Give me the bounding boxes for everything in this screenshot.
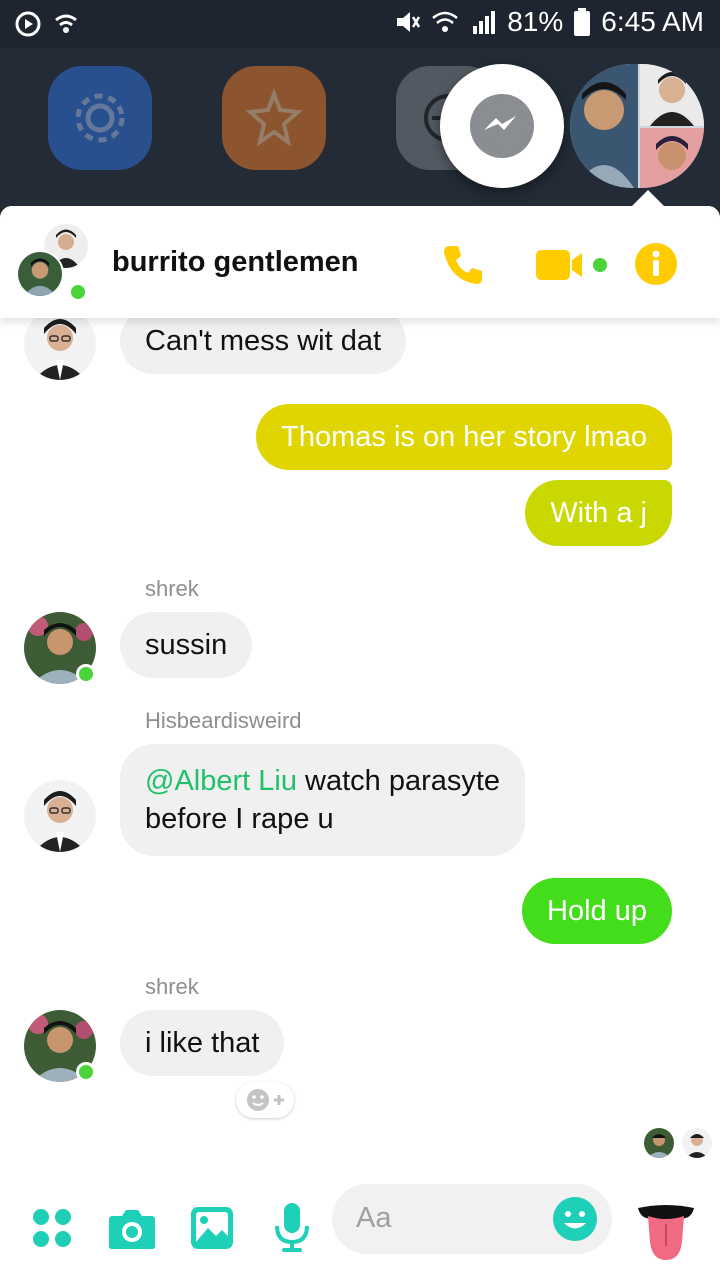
avatar-hisbeardisweird[interactable] (24, 308, 96, 380)
seen-by-avatar (682, 1128, 712, 1158)
info-icon[interactable] (634, 242, 678, 286)
settings-app-icon (48, 66, 152, 170)
user-mention-link[interactable]: @Albert Liu (145, 765, 297, 797)
avatar-shrek[interactable] (24, 612, 96, 684)
avatar-shrek[interactable] (24, 1010, 96, 1082)
status-bar: 81% 6:45 AM (0, 0, 720, 48)
message-input-placeholder: Aa (356, 1202, 392, 1234)
group-chat-head[interactable] (570, 64, 704, 188)
group-avatar[interactable] (14, 224, 94, 304)
sender-name: Hisbeardisweird (145, 708, 302, 733)
camera-icon[interactable] (108, 1206, 156, 1250)
emoji-icon[interactable] (552, 1196, 598, 1242)
avatar (16, 250, 64, 298)
online-indicator (76, 664, 96, 684)
media-playing-icon (15, 11, 41, 37)
clock: 6:45 AM (601, 6, 704, 37)
message-bubble-incoming[interactable]: i like that (120, 1010, 285, 1076)
add-reaction-button[interactable] (236, 1082, 294, 1118)
message-bubble-outgoing[interactable]: Thomas is on her story lmao (256, 404, 672, 470)
chat-panel: burrito gentlemen Can't mess wit dat Tho… (0, 206, 720, 1280)
messenger-chat-head[interactable] (440, 64, 564, 188)
add-reaction-icon (247, 1089, 284, 1111)
conversation-title[interactable]: burrito gentlemen (112, 246, 359, 279)
signal-icon (473, 11, 496, 34)
mute-icon (397, 12, 421, 32)
avatar (24, 308, 96, 380)
tongue-emoji-icon[interactable] (636, 1202, 696, 1262)
seen-by-avatar (644, 1128, 674, 1158)
video-icon[interactable] (534, 242, 610, 288)
messenger-icon (470, 94, 534, 158)
apps-icon[interactable] (32, 1208, 72, 1248)
sender-name: shrek (145, 576, 199, 601)
message-composer: Aa (0, 1184, 720, 1280)
message-text: watch parasyte (296, 765, 501, 797)
chat-head-pointer (632, 190, 664, 206)
online-indicator (76, 1062, 96, 1082)
wifi-call-icon (55, 14, 77, 33)
bixby-app-icon (222, 66, 326, 170)
battery-percent: 81% (507, 6, 564, 37)
message-bubble-incoming[interactable]: @Albert Liu watch parasyte before I rape… (120, 744, 526, 856)
message-bubble-outgoing[interactable]: Hold up (522, 878, 672, 944)
gallery-icon[interactable] (190, 1206, 234, 1250)
wifi-icon (432, 11, 459, 32)
phone-icon[interactable] (440, 242, 486, 288)
mic-icon[interactable] (274, 1202, 310, 1254)
message-bubble-outgoing[interactable]: With a j (525, 480, 672, 546)
message-text: before I rape u (145, 803, 334, 835)
avatar (24, 780, 96, 852)
message-input[interactable]: Aa (332, 1184, 612, 1254)
message-bubble-incoming[interactable]: sussin (120, 612, 253, 678)
online-indicator (68, 282, 88, 302)
battery-icon (574, 8, 591, 36)
avatar-hisbeardisweird[interactable] (24, 780, 96, 852)
sender-name: shrek (145, 974, 199, 999)
conversation-header: burrito gentlemen (0, 206, 720, 318)
